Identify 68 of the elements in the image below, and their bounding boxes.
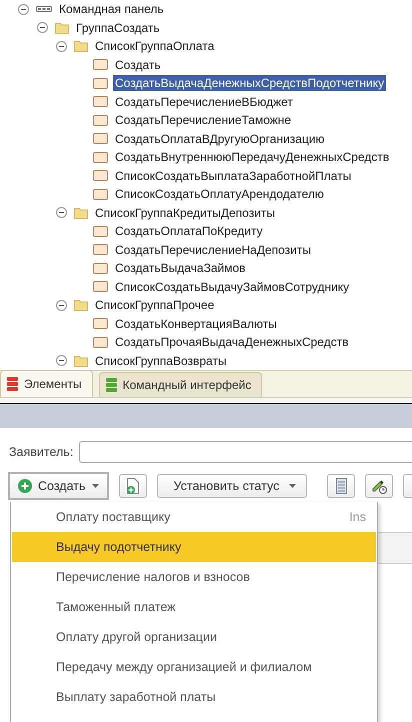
folder-icon (74, 299, 88, 312)
tree-item[interactable]: СписокГруппаОплата (93, 38, 216, 54)
command-icon (93, 152, 108, 163)
tree-item[interactable]: СоздатьПрочаяВыдачаДенежныхСредств (113, 334, 351, 350)
folder-icon (55, 22, 69, 34)
tree-item[interactable]: СоздатьОплатаПоКредиту (113, 223, 265, 240)
folder-icon (74, 354, 88, 367)
set-status-button[interactable]: Установить статус (156, 474, 308, 498)
applicant-label: Заявитель: (9, 445, 74, 459)
pencil-clock-icon (371, 478, 388, 494)
tab[interactable]: Командный интерфейс (98, 372, 262, 397)
caret-icon (289, 484, 296, 488)
command-icon (93, 78, 108, 89)
menu-item[interactable]: Оплату другой организации (12, 622, 376, 652)
tree-item[interactable]: СоздатьПеречислениеТаможне (113, 112, 294, 128)
shortcut-label: Ins (349, 510, 366, 524)
tree-item[interactable]: СоздатьОплатаВДругуюОрганизацию (113, 130, 327, 147)
tree-item[interactable]: СоздатьВыдачаЗаймов (113, 260, 248, 276)
command-icon (93, 336, 108, 348)
collapse-toggle-icon[interactable] (56, 40, 67, 52)
command-icon (93, 59, 108, 70)
tree-item[interactable]: СписокГруппаВозвраты (93, 352, 229, 369)
edit-history-button[interactable] (365, 474, 394, 498)
list-icon (336, 478, 347, 494)
applicant-field[interactable] (79, 441, 412, 463)
list-button[interactable] (327, 474, 356, 498)
command-icon (93, 262, 108, 274)
menu-item[interactable]: Передачу между организацией и филиалом (12, 652, 376, 682)
tree-item[interactable]: СписокСоздатьВыплатаЗаработнойПлаты (113, 168, 354, 184)
tree-item[interactable]: СписокГруппаКредитыДепозиты (93, 204, 278, 221)
tree-item[interactable]: СоздатьКонвертацияВалюты (113, 316, 279, 332)
command-icon (93, 170, 108, 182)
command-icon (93, 281, 108, 292)
tree-item[interactable]: СписокСоздатьОплатуАрендодателю (113, 186, 326, 202)
collapse-toggle-icon[interactable] (37, 22, 48, 34)
new-document-button[interactable] (118, 474, 147, 498)
tree-item[interactable]: Командная панель (57, 1, 166, 18)
collapse-toggle-icon[interactable] (56, 300, 67, 311)
tree-item[interactable]: СоздатьВнутреннююПередачуДенежныхСредств (113, 149, 392, 166)
menu-item[interactable]: Оплату поставщику Ins (12, 502, 376, 532)
plus-icon (18, 479, 32, 493)
menu-item[interactable]: Перечисление налогов и взносов (12, 562, 376, 592)
caret-icon (92, 484, 99, 488)
collapse-toggle-icon[interactable] (56, 207, 67, 218)
tree-item[interactable]: ГруппаСоздать (74, 20, 162, 36)
menu-item[interactable]: Выдачу подотчетнику (12, 532, 376, 562)
collapse-toggle-icon[interactable] (18, 4, 29, 15)
tree-item[interactable]: СоздатьПеречислениеНаДепозиты (113, 242, 313, 258)
command-icon (93, 244, 108, 256)
folder-icon (74, 40, 88, 52)
command-icon (93, 318, 108, 330)
command-icon (93, 226, 108, 237)
tree-item[interactable]: СоздатьПеречислениеВБюджет (113, 94, 295, 110)
tree-item[interactable]: СоздатьВыдачаДенежныхСредствПодотчетнику (113, 75, 386, 92)
tree-item[interactable]: СписокГруппаПрочее (93, 297, 216, 314)
tree-item[interactable]: СписокСоздатьВыдачуЗаймовСотруднику (113, 278, 352, 295)
command-icon (93, 96, 108, 108)
command-icon (93, 188, 108, 200)
tab[interactable]: Элементы (0, 370, 93, 397)
command-icon (93, 114, 108, 126)
collapse-toggle-icon[interactable] (56, 355, 67, 366)
folder-icon (74, 206, 88, 219)
command-panel-icon (36, 5, 52, 14)
command-icon (93, 133, 108, 144)
menu-item[interactable]: Выплату заработной платы (12, 682, 376, 712)
menu-item[interactable]: Таможенный платеж (12, 592, 376, 622)
tree-item[interactable]: Создать (113, 56, 163, 73)
document-plus-icon (126, 478, 140, 494)
